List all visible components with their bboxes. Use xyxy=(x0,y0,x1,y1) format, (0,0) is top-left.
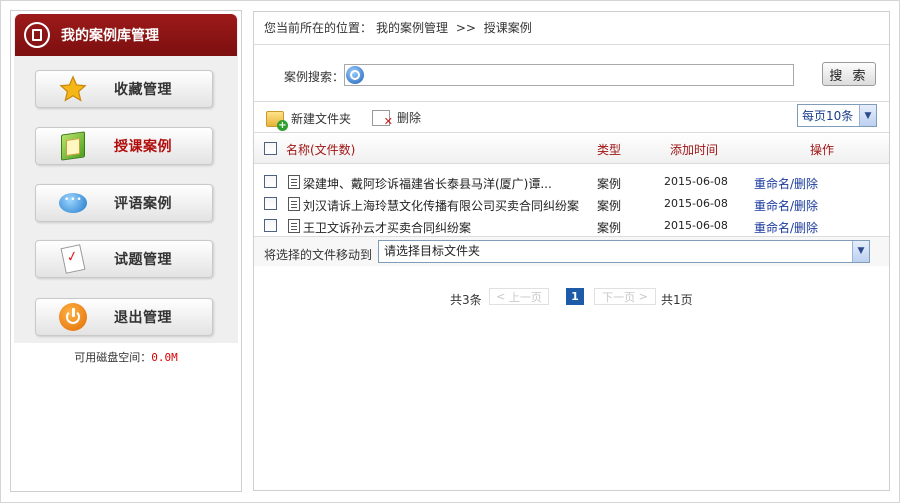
row-type: 案例 xyxy=(597,221,622,235)
row-checkbox[interactable] xyxy=(264,175,277,188)
table-row: 梁建坤、戴阿珍诉福建省长泰县马洋(厦广)谭... 案例 2015-06-08 重… xyxy=(254,171,889,193)
new-folder-label: 新建文件夹 xyxy=(291,111,352,126)
rename-delete-link[interactable]: 重命名/删除 xyxy=(754,219,818,236)
sidebar-item-comment-cases[interactable]: 评语案例 xyxy=(35,184,213,222)
sidebar-item-favorites[interactable]: 收藏管理 xyxy=(35,70,213,108)
row-checkbox[interactable] xyxy=(264,219,277,232)
divider xyxy=(254,101,889,102)
search-box xyxy=(344,64,794,86)
row-type: 案例 xyxy=(597,177,622,191)
prev-page-button[interactable]: < 上一页 xyxy=(489,288,549,305)
delete-icon xyxy=(372,109,393,128)
file-icon xyxy=(288,219,300,233)
sidebar-item-logout[interactable]: 退出管理 xyxy=(35,298,213,336)
table-row: 刘汉请诉上海玲慧文化传播有限公司买卖合同纠纷案 案例 2015-06-08 重命… xyxy=(254,193,889,215)
sidebar-item-teaching-cases[interactable]: 授课案例 xyxy=(35,127,213,165)
breadcrumb: 您当前所在的位置： 我的案例管理 >> 授课案例 xyxy=(254,12,889,45)
new-folder-icon xyxy=(266,111,288,131)
chat-bubble-icon xyxy=(56,188,90,218)
prev-page-label: 上一页 xyxy=(508,290,542,304)
sidebar-title: 我的案例库管理 xyxy=(61,28,159,44)
sidebar: 我的案例库管理 收藏管理 授课案例 评语案例 试题管理 退出管理 可用磁盘空间：… xyxy=(10,10,242,492)
star-icon xyxy=(56,74,90,104)
select-all-checkbox[interactable] xyxy=(264,142,277,155)
sidebar-item-exam-management[interactable]: 试题管理 xyxy=(35,240,213,278)
rename-delete-link[interactable]: 重命名/删除 xyxy=(754,175,818,192)
chevron-left-icon: < xyxy=(496,290,509,303)
move-to-folder-bar: 将选择的文件移动到 请选择目标文件夹 ▼ xyxy=(254,236,889,266)
chevron-down-icon: ▼ xyxy=(859,105,876,126)
disk-space: 可用磁盘空间：0.0M xyxy=(11,349,241,365)
column-header-type: 类型 xyxy=(597,143,622,157)
row-name[interactable]: 王卫文诉孙云才买卖合同纠纷案 xyxy=(303,219,583,236)
document-icon xyxy=(24,22,50,48)
exam-paper-icon xyxy=(56,244,90,274)
row-name[interactable]: 刘汉请诉上海玲慧文化传播有限公司买卖合同纠纷案 xyxy=(303,197,583,214)
toolbar: 新建文件夹 删除 每页10条 ▼ xyxy=(254,104,889,131)
column-header-ops: 操作 xyxy=(810,143,835,157)
chevron-down-icon: ▼ xyxy=(852,241,869,262)
search-icon xyxy=(346,66,364,84)
disk-space-value: 0.0M xyxy=(151,351,178,364)
search-label: 案例搜索： xyxy=(284,70,345,84)
move-label: 将选择的文件移动到 xyxy=(264,248,373,262)
file-icon xyxy=(288,197,300,211)
sidebar-header: 我的案例库管理 xyxy=(15,14,237,56)
pagination-total: 共3条 xyxy=(450,293,482,307)
current-page-button[interactable]: 1 xyxy=(566,288,584,305)
search-button[interactable]: 搜 索 xyxy=(822,62,876,86)
column-header-name[interactable]: 名称(文件数) xyxy=(286,141,355,158)
row-name[interactable]: 梁建坤、戴阿珍诉福建省长泰县马洋(厦广)谭... xyxy=(303,175,583,192)
sidebar-item-label: 退出管理 xyxy=(114,310,172,326)
row-date: 2015-06-08 xyxy=(664,219,728,232)
pagination-pages: 共1页 xyxy=(661,293,693,307)
target-folder-value: 请选择目标文件夹 xyxy=(384,244,481,258)
search-input[interactable] xyxy=(367,65,787,85)
table-row: 王卫文诉孙云才买卖合同纠纷案 案例 2015-06-08 重命名/删除 xyxy=(254,215,889,237)
delete-button[interactable]: 删除 xyxy=(372,109,422,128)
sidebar-item-label: 授课案例 xyxy=(114,139,172,155)
breadcrumb-separator: >> xyxy=(455,21,476,35)
row-checkbox[interactable] xyxy=(264,197,277,210)
book-icon xyxy=(56,131,90,161)
pagination: 共3条 < 上一页 1 下一页 > 共1页 xyxy=(254,288,889,308)
delete-label: 删除 xyxy=(397,111,422,125)
rename-delete-link[interactable]: 重命名/删除 xyxy=(754,197,818,214)
next-page-label: 下一页 xyxy=(602,290,636,304)
power-icon xyxy=(56,302,90,332)
page-frame: 我的案例库管理 收藏管理 授课案例 评语案例 试题管理 退出管理 可用磁盘空间：… xyxy=(0,0,900,503)
search-bar: 案例搜索： 搜 索 xyxy=(254,60,889,90)
per-page-select[interactable]: 每页10条 ▼ xyxy=(797,104,877,127)
file-icon xyxy=(288,175,300,189)
disk-space-label: 可用磁盘空间： xyxy=(74,351,152,364)
row-date: 2015-06-08 xyxy=(664,175,728,188)
sidebar-item-label: 评语案例 xyxy=(114,196,172,212)
table-header: 名称(文件数) 类型 添加时间 操作 xyxy=(254,132,889,164)
main-panel: 您当前所在的位置：我的案例管理 >> 授课案例 案例搜索： 搜 索 新建文件夹 … xyxy=(253,11,890,491)
target-folder-select[interactable]: 请选择目标文件夹 ▼ xyxy=(378,240,870,263)
row-date: 2015-06-08 xyxy=(664,197,728,210)
breadcrumb-prefix: 您当前所在的位置： xyxy=(264,21,373,35)
per-page-value: 每页10条 xyxy=(802,109,854,123)
breadcrumb-current: 授课案例 xyxy=(483,21,532,35)
sidebar-panel xyxy=(14,14,238,343)
new-folder-button[interactable]: 新建文件夹 xyxy=(266,109,352,131)
next-page-button[interactable]: 下一页 > xyxy=(594,288,656,305)
sidebar-item-label: 试题管理 xyxy=(114,252,172,268)
chevron-right-icon: > xyxy=(635,290,648,303)
row-type: 案例 xyxy=(597,199,622,213)
column-header-date: 添加时间 xyxy=(670,143,719,157)
breadcrumb-parent[interactable]: 我的案例管理 xyxy=(376,21,448,35)
sidebar-item-label: 收藏管理 xyxy=(114,82,172,98)
